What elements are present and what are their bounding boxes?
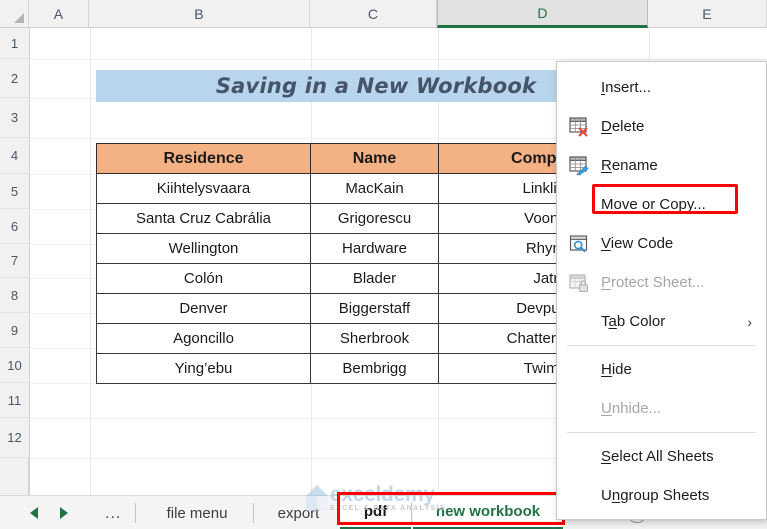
context-menu-separator-2 <box>567 432 756 433</box>
gridline-h-1 <box>30 59 767 60</box>
cell-name[interactable]: MacKain <box>310 173 439 204</box>
context-menu-item-view-code[interactable]: View Code <box>557 224 766 263</box>
cell-name[interactable]: Sherbrook <box>310 323 439 354</box>
cell-name[interactable]: Hardware <box>310 233 439 264</box>
context-menu-label-rename: Rename <box>601 157 658 174</box>
context-menu-label-hide: Hide <box>601 361 632 378</box>
row-header-1[interactable]: 1 <box>0 28 29 59</box>
context-menu-label-unhide: Unhide... <box>601 400 662 417</box>
table-header-residence: Residence <box>96 143 311 174</box>
tab-overflow-left-ellipsis[interactable]: ... <box>105 505 121 523</box>
row-header-10[interactable]: 10 <box>0 348 29 383</box>
row-header-12[interactable]: 12 <box>0 418 29 458</box>
context-menu-item-move-or-copy[interactable]: Move or Copy... <box>557 185 766 224</box>
row-header-4[interactable]: 4 <box>0 138 29 174</box>
protect-sheet-icon <box>565 272 595 294</box>
context-menu-label-view-code: View Code <box>601 235 674 252</box>
sheet-tab-context-menu[interactable]: Insert... Delete Rename Move or Copy... … <box>556 61 767 520</box>
context-menu-item-select-all-sheets[interactable]: Select All Sheets <box>557 437 766 476</box>
insert-icon-placeholder <box>565 77 595 99</box>
chevron-right-icon: › <box>747 313 752 330</box>
context-menu-label-delete: Delete <box>601 118 645 135</box>
context-menu-label-protect-sheet: Protect Sheet... <box>601 274 705 291</box>
select-all-triangle-icon <box>14 13 24 23</box>
cell-name[interactable]: Biggerstaff <box>310 293 439 324</box>
cell-name[interactable]: Blader <box>310 263 439 294</box>
select-all-sheets-icon-placeholder <box>565 446 595 468</box>
cell-name[interactable]: Grigorescu <box>310 203 439 234</box>
cell-residence[interactable]: Colón <box>96 263 311 294</box>
select-all-corner-button[interactable] <box>0 0 29 28</box>
view-code-icon <box>565 233 595 255</box>
sheet-title-text: Saving in a New Workbook <box>215 74 537 98</box>
context-menu-item-hide[interactable]: Hide <box>557 350 766 389</box>
column-header-d[interactable]: D <box>437 0 648 28</box>
cell-residence[interactable]: Agoncillo <box>96 323 311 354</box>
context-menu-label-select-all-sheets: Select All Sheets <box>601 448 714 465</box>
row-header-9[interactable]: 9 <box>0 313 29 348</box>
hide-icon-placeholder <box>565 359 595 381</box>
tab-color-icon-placeholder <box>565 311 595 333</box>
excel-worksheet-window: A B C D E 1 2 3 4 5 6 7 8 9 10 11 12 Sav… <box>0 0 767 529</box>
context-menu-item-ungroup-sheets[interactable]: Ungroup Sheets <box>557 476 766 515</box>
context-menu-item-tab-color[interactable]: Tab Color › <box>557 302 766 341</box>
move-or-copy-icon-placeholder <box>565 194 595 216</box>
row-header-2[interactable]: 2 <box>0 59 29 98</box>
row-header-6[interactable]: 6 <box>0 209 29 244</box>
ungroup-sheets-icon-placeholder <box>565 485 595 507</box>
context-menu-item-unhide: Unhide... <box>557 389 766 428</box>
column-header-c[interactable]: C <box>310 0 437 28</box>
cell-residence[interactable]: Denver <box>96 293 311 324</box>
tab-separator-3 <box>411 503 412 523</box>
rename-sheet-icon <box>565 155 595 177</box>
row-header-8[interactable]: 8 <box>0 278 29 313</box>
row-header-strip: 1 2 3 4 5 6 7 8 9 10 11 12 <box>0 28 29 495</box>
column-header-b[interactable]: B <box>89 0 310 28</box>
context-menu-item-insert[interactable]: Insert... <box>557 68 766 107</box>
row-header-7[interactable]: 7 <box>0 244 29 278</box>
cell-residence[interactable]: Kiihtelysvaara <box>96 173 311 204</box>
column-header-e[interactable]: E <box>648 0 767 28</box>
cell-residence[interactable]: Ying’ebu <box>96 353 311 384</box>
delete-sheet-icon <box>565 116 595 138</box>
context-menu-item-delete[interactable]: Delete <box>557 107 766 146</box>
sheet-tab-pdf[interactable]: pdf <box>340 496 411 529</box>
sheet-nav-arrows <box>30 496 68 529</box>
previous-sheet-arrow-icon[interactable] <box>30 507 38 519</box>
sheet-tab-new-workbook[interactable]: new workbook <box>413 496 563 529</box>
row-header-5[interactable]: 5 <box>0 174 29 209</box>
context-menu-label-ungroup-sheets: Ungroup Sheets <box>601 487 710 504</box>
row-header-3[interactable]: 3 <box>0 98 29 138</box>
table-header-name: Name <box>310 143 439 174</box>
context-menu-item-protect-sheet: Protect Sheet... <box>557 263 766 302</box>
column-header-strip: A B C D E <box>0 0 767 28</box>
cell-residence[interactable]: Santa Cruz Cabrália <box>96 203 311 234</box>
unhide-icon-placeholder <box>565 398 595 420</box>
context-menu-label-insert: Insert... <box>601 79 652 96</box>
context-menu-label-move-or-copy: Move or Copy... <box>601 196 706 213</box>
next-sheet-arrow-icon[interactable] <box>60 507 68 519</box>
cell-name[interactable]: Bembrigg <box>310 353 439 384</box>
context-menu-label-tab-color: Tab Color <box>601 313 666 330</box>
context-menu-separator-1 <box>567 345 756 346</box>
sheet-tab-export[interactable]: export <box>259 496 338 529</box>
column-header-a[interactable]: A <box>29 0 89 28</box>
row-header-11[interactable]: 11 <box>0 383 29 418</box>
sheet-tab-file-menu[interactable]: file menu <box>141 496 253 529</box>
cell-residence[interactable]: Wellington <box>96 233 311 264</box>
tab-separator-1 <box>135 503 136 523</box>
tab-separator-2 <box>253 503 254 523</box>
context-menu-item-rename[interactable]: Rename <box>557 146 766 185</box>
